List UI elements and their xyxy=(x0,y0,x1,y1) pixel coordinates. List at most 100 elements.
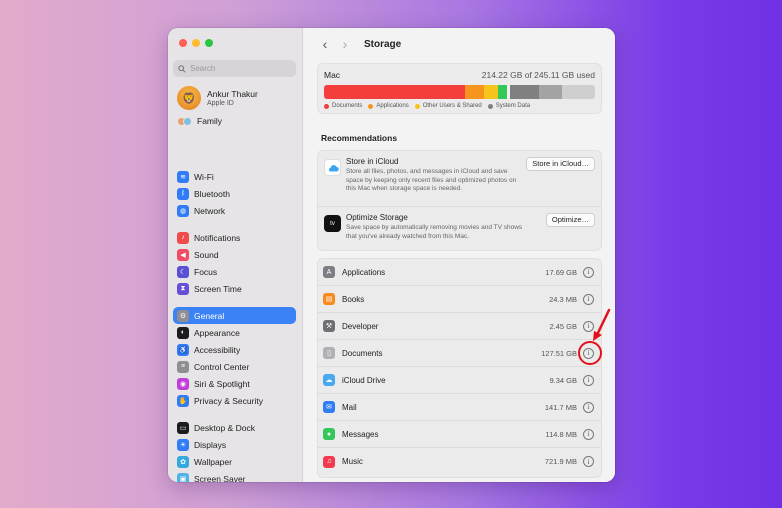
search-field[interactable] xyxy=(173,60,296,77)
recommendation-optimize: tv Optimize Storage Save space by automa… xyxy=(318,206,601,251)
store-in-icloud-button[interactable]: Store in iCloud… xyxy=(526,157,595,171)
sidebar-item-label: Bluetooth xyxy=(194,188,230,199)
avatar: 🦁 xyxy=(177,86,201,110)
storage-segment[interactable] xyxy=(539,85,563,99)
sidebar-item-label: Accessibility xyxy=(194,344,241,355)
sidebar-item-label: Siri & Spotlight xyxy=(194,378,250,389)
optimize-button[interactable]: Optimize… xyxy=(545,213,595,227)
sidebar-item-focus[interactable]: ☾ Focus xyxy=(173,263,296,280)
sidebar-item-notifications[interactable]: ♪ Notifications xyxy=(173,229,296,246)
sidebar-item-label: Sound xyxy=(194,249,219,260)
list-item: ▯ Documents 127.51 GB i xyxy=(318,340,601,367)
recommendations-card: Store in iCloud Store all files, photos,… xyxy=(317,150,602,251)
wifi-icon: ≋ xyxy=(177,170,189,183)
profile-subtitle: Apple ID xyxy=(207,100,234,107)
info-icon[interactable]: i xyxy=(583,456,594,467)
siri-icon: ◉ xyxy=(177,377,189,390)
recommendation-description: Store all files, photos, and messages in… xyxy=(346,168,517,192)
legend-label: Other Users & Shared xyxy=(422,103,482,109)
dock-icon: ▭ xyxy=(177,421,189,434)
category-name: Documents xyxy=(342,348,383,358)
legend-dot-icon xyxy=(414,103,420,109)
sidebar-item-label: Screen Saver xyxy=(194,473,246,483)
apple-tv-icon: tv xyxy=(324,215,341,232)
list-item: ✉ Mail 141.7 MB i xyxy=(318,394,601,421)
category-size: 17.69 GB xyxy=(545,267,577,277)
info-icon[interactable]: i xyxy=(583,401,594,413)
info-icon[interactable]: i xyxy=(583,374,594,386)
storage-segment[interactable] xyxy=(497,85,508,99)
moon-icon: ☾ xyxy=(177,265,189,278)
info-icon[interactable]: i xyxy=(583,347,594,359)
legend-label: Applications xyxy=(376,103,409,109)
sidebar-item-network[interactable]: ◍ Network xyxy=(173,202,296,219)
sidebar: 🦁 Ankur Thakur Apple ID Family ≋ Wi-Fi ᛒ Bl… xyxy=(168,28,303,482)
storage-segment[interactable] xyxy=(484,85,498,99)
category-size: 9.34 GB xyxy=(549,375,577,385)
sidebar-item-privacy-security[interactable]: ✋ Privacy & Security xyxy=(173,392,296,409)
sidebar-item-label: Wallpaper xyxy=(194,456,232,467)
hand-icon: ✋ xyxy=(177,394,189,407)
sidebar-item-label: Desktop & Dock xyxy=(194,422,255,433)
cloud-icon: ☁ xyxy=(323,374,335,386)
sidebar-item-siri-spotlight[interactable]: ◉ Siri & Spotlight xyxy=(173,375,296,392)
mail-icon: ✉ xyxy=(323,401,335,413)
list-item: ● Messages 114.8 MB i xyxy=(318,421,601,448)
sidebar-item-desktop-dock[interactable]: ▭ Desktop & Dock xyxy=(173,419,296,436)
info-icon[interactable]: i xyxy=(583,428,594,440)
sidebar-item-family[interactable]: Family xyxy=(177,116,222,126)
category-name: Music xyxy=(342,457,363,466)
minimize-button[interactable] xyxy=(192,39,200,47)
info-icon[interactable]: i xyxy=(583,293,594,305)
sidebar-item-wi-fi[interactable]: ≋ Wi-Fi xyxy=(173,168,296,185)
recommendation-description: Save space by automatically removing mov… xyxy=(346,224,523,240)
sidebar-item-displays[interactable]: ☀ Displays xyxy=(173,436,296,453)
apple-id-profile[interactable]: 🦁 Ankur Thakur Apple ID xyxy=(177,86,258,110)
accessibility-icon: ♿ xyxy=(177,343,189,356)
sidebar-item-wallpaper[interactable]: ✿ Wallpaper xyxy=(173,453,296,470)
sidebar-item-label: Control Center xyxy=(194,361,250,372)
zoom-button[interactable] xyxy=(205,39,213,47)
toolbar: ‹ › Storage xyxy=(303,28,615,60)
sidebar-item-label: Privacy & Security xyxy=(194,395,263,406)
forward-button[interactable]: › xyxy=(335,36,355,52)
sidebar-item-appearance[interactable]: ◐ Appearance xyxy=(173,324,296,341)
storage-categories: A Applications 17.69 GB i ▤ Books 24.3 MB i ⚒ Dev… xyxy=(317,258,602,478)
storage-segment[interactable] xyxy=(464,85,485,99)
category-size: 721.9 MB xyxy=(544,457,577,466)
info-icon[interactable]: i xyxy=(583,266,594,278)
storage-segment[interactable] xyxy=(324,85,465,99)
storage-legend: Documents Applications Other Users & Share… xyxy=(324,103,595,109)
legend-dot-icon xyxy=(324,103,329,109)
window-controls xyxy=(179,39,213,47)
books-icon: ▤ xyxy=(323,293,335,305)
family-icon xyxy=(177,116,192,126)
sidebar-item-general[interactable]: ⚙ General xyxy=(173,307,296,324)
sidebar-item-screen-time[interactable]: ⧗ Screen Time xyxy=(173,280,296,297)
flower-icon: ✿ xyxy=(177,455,189,468)
category-name: Mail xyxy=(342,402,357,412)
legend-label: System Data xyxy=(495,103,531,109)
legend-dot-icon xyxy=(487,103,493,109)
sidebar-item-bluetooth[interactable]: ᛒ Bluetooth xyxy=(173,185,296,202)
list-item: ♫ Music 721.9 MB i xyxy=(318,448,601,475)
storage-segment[interactable] xyxy=(509,85,540,99)
sidebar-item-accessibility[interactable]: ♿ Accessibility xyxy=(173,341,296,358)
category-name: Developer xyxy=(342,321,379,331)
sidebar-item-label: Displays xyxy=(194,439,227,450)
list-item: ⚒ Developer 2.45 GB i xyxy=(318,313,601,340)
screensaver-icon: ▣ xyxy=(177,472,189,482)
search-input[interactable] xyxy=(190,64,290,73)
legend-label: Documents xyxy=(332,103,363,109)
sidebar-item-screen-saver[interactable]: ▣ Screen Saver xyxy=(173,470,296,482)
messages-icon: ● xyxy=(323,428,335,440)
settings-window: 🦁 Ankur Thakur Apple ID Family ≋ Wi-Fi ᛒ Bl… xyxy=(168,28,615,482)
sidebar-item-label: Family xyxy=(197,116,223,126)
back-button[interactable]: ‹ xyxy=(315,36,335,52)
close-button[interactable] xyxy=(179,39,187,47)
sidebar-item-sound[interactable]: ◀ Sound xyxy=(173,246,296,263)
applications-icon: A xyxy=(323,266,335,278)
list-item: ☁ iCloud Drive 9.34 GB i xyxy=(318,367,601,394)
sidebar-item-control-center[interactable]: ≡ Control Center xyxy=(173,358,296,375)
sidebar-item-label: Focus xyxy=(194,266,218,277)
